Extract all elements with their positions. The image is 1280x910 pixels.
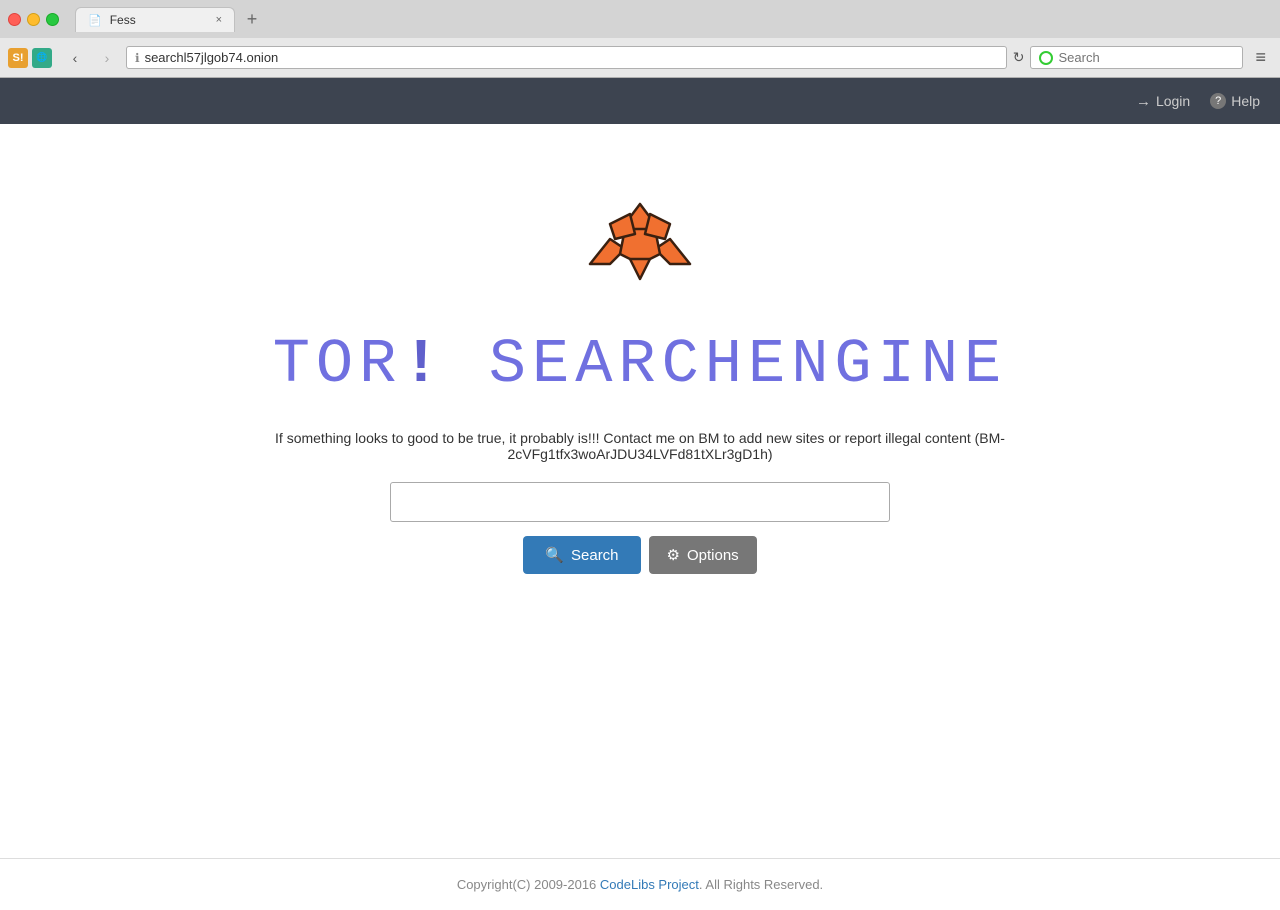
options-button-icon: ⚙ [667, 546, 680, 564]
active-tab[interactable]: 📄 Fess × [75, 7, 235, 32]
help-icon: ? [1210, 93, 1226, 109]
maximize-window-button[interactable] [46, 13, 59, 26]
search-buttons: 🔍 Search ⚙ Options [523, 536, 756, 574]
footer: Copyright(C) 2009-2016 CodeLibs Project.… [0, 858, 1280, 910]
search-area: 🔍 Search ⚙ Options [390, 482, 890, 574]
new-tab-button[interactable]: + [239, 6, 265, 32]
search-button-icon: 🔍 [545, 546, 564, 564]
back-button[interactable]: ‹ [62, 45, 88, 71]
title-tor: Tor [273, 329, 403, 400]
footer-link[interactable]: CodeLibs Project [600, 877, 699, 892]
search-globe-icon [1039, 51, 1053, 65]
search-input-wrapper [390, 482, 890, 522]
app-header: → Login ? Help [0, 78, 1280, 124]
reload-button[interactable]: ↻ [1013, 49, 1025, 66]
logo-container [580, 184, 700, 309]
site-title: Tor! SearchEngine [273, 329, 1008, 400]
main-content: Tor! SearchEngine If something looks to … [0, 124, 1280, 848]
minimize-window-button[interactable] [27, 13, 40, 26]
site-logo [580, 184, 700, 304]
tab-close-button[interactable]: × [216, 14, 222, 26]
login-link[interactable]: → Login [1136, 93, 1190, 110]
options-button-label: Options [687, 547, 739, 564]
address-bar[interactable]: ℹ searchl57jlgob74.onion [126, 46, 1007, 69]
browser-search-input[interactable] [1058, 50, 1234, 65]
title-bar: 📄 Fess × + [0, 0, 1280, 38]
options-button[interactable]: ⚙ Options [649, 536, 757, 574]
search-button[interactable]: 🔍 Search [523, 536, 640, 574]
address-text: searchl57jlgob74.onion [145, 50, 998, 65]
plugin-icon-s: S! [8, 48, 28, 68]
login-label: Login [1156, 93, 1190, 109]
help-label: Help [1231, 93, 1260, 109]
forward-button[interactable]: › [94, 45, 120, 71]
window-buttons [8, 13, 59, 26]
browser-chrome: 📄 Fess × + S! 🌐 ‹ › ℹ searchl57jlgob74.o… [0, 0, 1280, 78]
nav-bar: S! 🌐 ‹ › ℹ searchl57jlgob74.onion ↻ ≡ [0, 38, 1280, 77]
footer-copyright: Copyright(C) 2009-2016 [457, 877, 600, 892]
title-searchengine: SearchEngine [489, 329, 1007, 400]
plugin-icons: S! 🌐 [8, 48, 52, 68]
tab-title: Fess [110, 13, 208, 27]
header-nav: → Login ? Help [1136, 93, 1260, 110]
tab-bar: 📄 Fess × + [67, 6, 1272, 32]
title-exclaim: ! [402, 329, 445, 400]
close-window-button[interactable] [8, 13, 21, 26]
footer-suffix: . All Rights Reserved. [699, 877, 823, 892]
plugin-icon-t: 🌐 [32, 48, 52, 68]
search-button-label: Search [571, 547, 619, 564]
browser-search-box[interactable] [1030, 46, 1243, 69]
search-input[interactable] [390, 482, 890, 522]
login-icon: → [1136, 93, 1151, 110]
browser-menu-button[interactable]: ≡ [1249, 43, 1272, 72]
help-link[interactable]: ? Help [1210, 93, 1260, 109]
info-text: If something looks to good to be true, i… [265, 430, 1015, 462]
info-icon: ℹ [135, 51, 140, 65]
tab-icon: 📄 [88, 14, 102, 27]
